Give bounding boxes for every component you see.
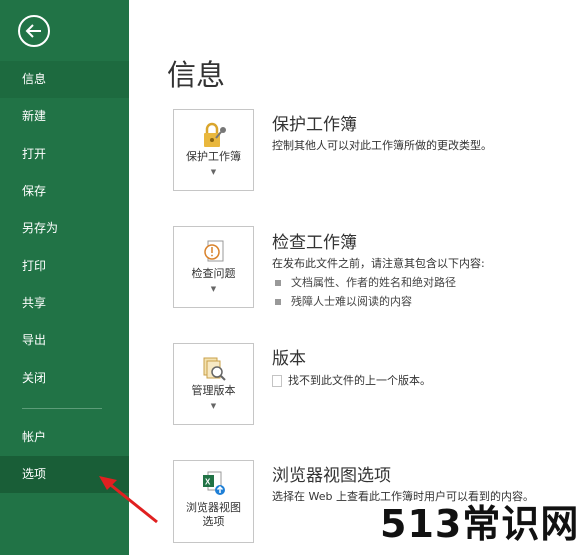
site-watermark: 513常识网 bbox=[380, 502, 580, 546]
dropdown-caret-icon: ▼ bbox=[210, 285, 217, 293]
dropdown-caret-icon: ▼ bbox=[210, 402, 217, 410]
nav-export[interactable]: 导出 bbox=[0, 322, 129, 359]
inspect-workbook-desc: 在发布此文件之前，请注意其包含以下内容: bbox=[272, 257, 485, 270]
inspect-workbook-title: 检查工作簿 bbox=[272, 233, 357, 253]
nav-open[interactable]: 打开 bbox=[0, 136, 129, 173]
page-title: 信息 bbox=[167, 58, 226, 92]
manage-versions-button[interactable]: 管理版本 ▼ bbox=[173, 343, 254, 425]
versions-title: 版本 bbox=[272, 349, 306, 369]
nav-print[interactable]: 打印 bbox=[0, 248, 129, 285]
sidebar-divider bbox=[22, 408, 102, 409]
nav-new[interactable]: 新建 bbox=[0, 98, 129, 135]
inspect-document-icon bbox=[203, 240, 223, 262]
check-issues-button[interactable]: 检查问题 ▼ bbox=[173, 226, 254, 308]
check-issues-label: 检查问题 bbox=[191, 267, 236, 280]
nav-close[interactable]: 关闭 bbox=[0, 360, 129, 397]
document-icon bbox=[272, 375, 282, 387]
inspect-bullet: 文档属性、作者的姓名和绝对路径 bbox=[275, 274, 456, 290]
inspect-bullet: 残障人士难以阅读的内容 bbox=[275, 293, 412, 309]
nav-save-as[interactable]: 另存为 bbox=[0, 210, 129, 247]
nav-share[interactable]: 共享 bbox=[0, 285, 129, 322]
browser-view-title: 浏览器视图选项 bbox=[272, 466, 391, 486]
protect-workbook-desc: 控制其他人可以对此工作簿所做的更改类型。 bbox=[272, 139, 492, 152]
lock-key-icon bbox=[203, 122, 226, 147]
versions-desc: 找不到此文件的上一个版本。 bbox=[272, 372, 431, 388]
nav-info[interactable]: 信息 bbox=[0, 61, 129, 98]
red-arrow-annotation bbox=[99, 476, 158, 524]
back-arrow-icon bbox=[18, 15, 50, 47]
nav-save[interactable]: 保存 bbox=[0, 173, 129, 210]
protect-workbook-label: 保护工作簿 bbox=[186, 150, 241, 163]
manage-versions-label: 管理版本 bbox=[191, 384, 236, 397]
protect-workbook-button[interactable]: 保护工作簿 ▼ bbox=[173, 109, 254, 191]
browser-view-options-label: 浏览器视图 选项 bbox=[186, 501, 241, 528]
browser-view-options-button[interactable]: X 浏览器视图 选项 bbox=[173, 460, 254, 543]
svg-text:X: X bbox=[205, 478, 211, 487]
protect-workbook-title: 保护工作簿 bbox=[272, 115, 357, 135]
versions-icon bbox=[203, 357, 226, 381]
excel-web-icon: X bbox=[202, 471, 225, 495]
back-button[interactable] bbox=[17, 14, 51, 48]
nav-account[interactable]: 帐户 bbox=[0, 419, 129, 456]
dropdown-caret-icon: ▼ bbox=[210, 168, 217, 176]
